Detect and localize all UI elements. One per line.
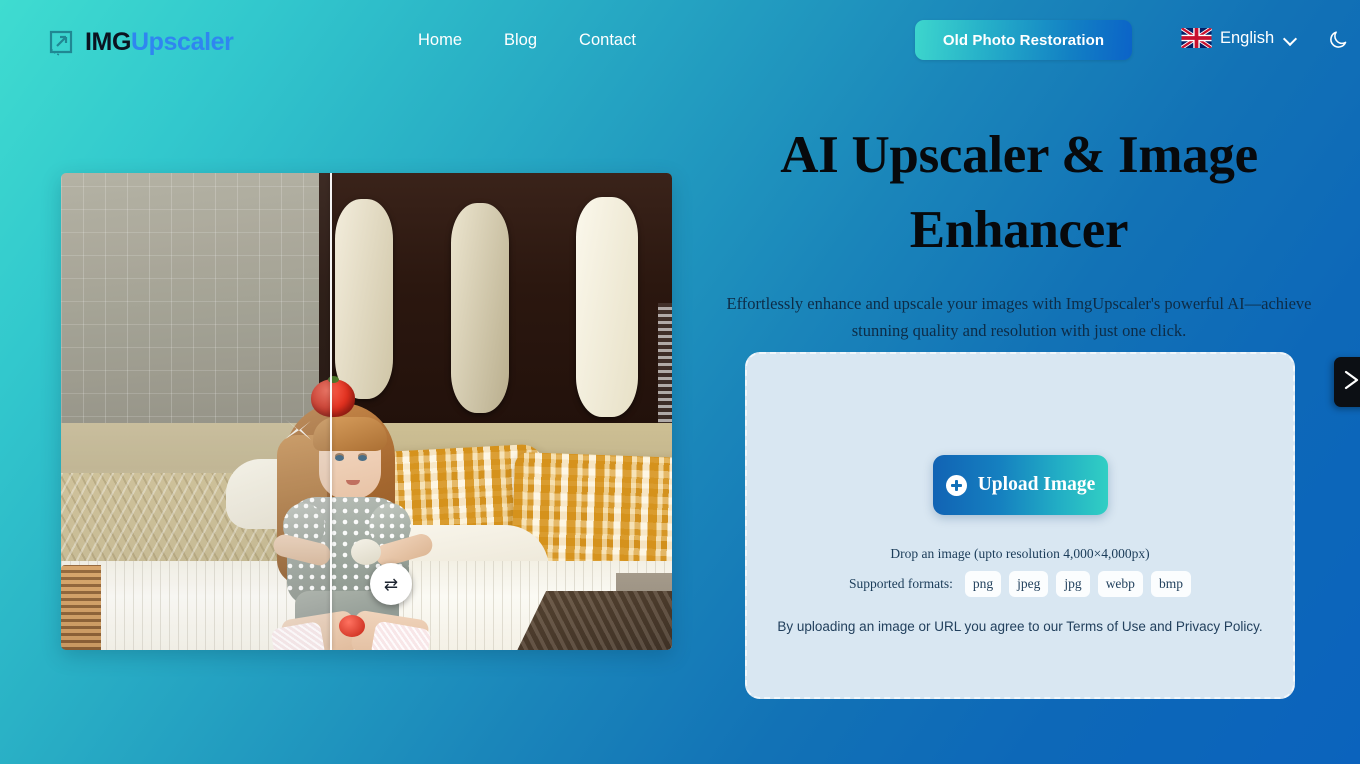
format-badge-webp[interactable]: webp: [1097, 571, 1143, 597]
eye: [358, 455, 367, 461]
main-navigation: Home Blog Contact: [418, 29, 636, 51]
comparison-slider-handle[interactable]: ⇄: [370, 563, 412, 605]
nav-link-home[interactable]: Home: [418, 29, 462, 51]
moon-icon: [1327, 31, 1351, 55]
old-photo-restoration-button[interactable]: Old Photo Restoration: [915, 20, 1132, 60]
brand-text-secondary: Upscaler: [131, 27, 234, 56]
headboard-slat: [576, 197, 638, 417]
brand-wordmark: IMGUpscaler: [85, 27, 234, 56]
basket: [61, 565, 101, 650]
drop-hint-text: Drop an image (upto resolution 4,000×4,0…: [890, 546, 1150, 561]
hero-subtitle: Effortlessly enhance and upscale your im…: [726, 294, 1312, 340]
photo-before: [61, 173, 331, 650]
before-after-comparison[interactable]: ⇄: [61, 173, 672, 650]
upload-image-label: Upload Image: [977, 474, 1096, 495]
site-header: IMGUpscaler Home Blog Contact Old Photo …: [0, 0, 1360, 80]
format-badge-jpeg[interactable]: jpeg: [1009, 571, 1049, 597]
format-badge-jpg[interactable]: jpg: [1056, 571, 1090, 597]
language-label: English: [1220, 29, 1275, 47]
chevron-right-icon: [1338, 367, 1360, 398]
headboard-slat: [451, 203, 509, 413]
girl-subject: [257, 376, 331, 650]
nav-link-contact[interactable]: Contact: [579, 29, 636, 51]
red-shoe: [339, 615, 365, 637]
upload-image-button[interactable]: Upload Image: [933, 455, 1108, 515]
girl-subject: [331, 376, 457, 650]
comparison-divider: [330, 173, 332, 650]
bangs: [331, 417, 387, 451]
uk-flag-icon: [1181, 28, 1212, 48]
brand-text-primary: IMG: [85, 27, 132, 56]
upload-dropzone[interactable]: Upload Image Drop an image (upto resolut…: [745, 352, 1295, 699]
format-badge-bmp[interactable]: bmp: [1150, 571, 1191, 597]
lace-trim: [658, 303, 672, 443]
comparison-before-pane: [61, 173, 331, 650]
hero-section: AI Upscaler & Image Enhancer Effortlessl…: [700, 118, 1338, 344]
swap-horizontal-icon: ⇄: [383, 574, 399, 594]
lace-sock: [270, 620, 326, 650]
comparison-canvas: ⇄: [61, 173, 672, 650]
supported-formats-row: Supported formats: png jpeg jpg webp bmp: [747, 571, 1293, 597]
terms-and-privacy-note[interactable]: By uploading an image or URL you agree t…: [747, 619, 1293, 634]
image-upscale-icon: [46, 27, 76, 57]
plus-circle-icon: [945, 474, 967, 496]
supported-formats-label: Supported formats:: [849, 576, 953, 591]
dark-mode-toggle[interactable]: [1327, 27, 1351, 51]
format-badge-png[interactable]: png: [964, 571, 1002, 597]
chevron-down-icon: [1284, 34, 1297, 42]
brand-logo[interactable]: IMGUpscaler: [46, 24, 234, 60]
side-panel-toggle[interactable]: [1334, 357, 1360, 407]
headboard-slat: [335, 199, 393, 399]
nav-link-blog[interactable]: Blog: [504, 29, 537, 51]
eye: [335, 455, 344, 461]
language-selector[interactable]: English: [1181, 28, 1297, 48]
page-title: AI Upscaler & Image Enhancer: [780, 126, 1258, 259]
white-object: [351, 539, 381, 565]
